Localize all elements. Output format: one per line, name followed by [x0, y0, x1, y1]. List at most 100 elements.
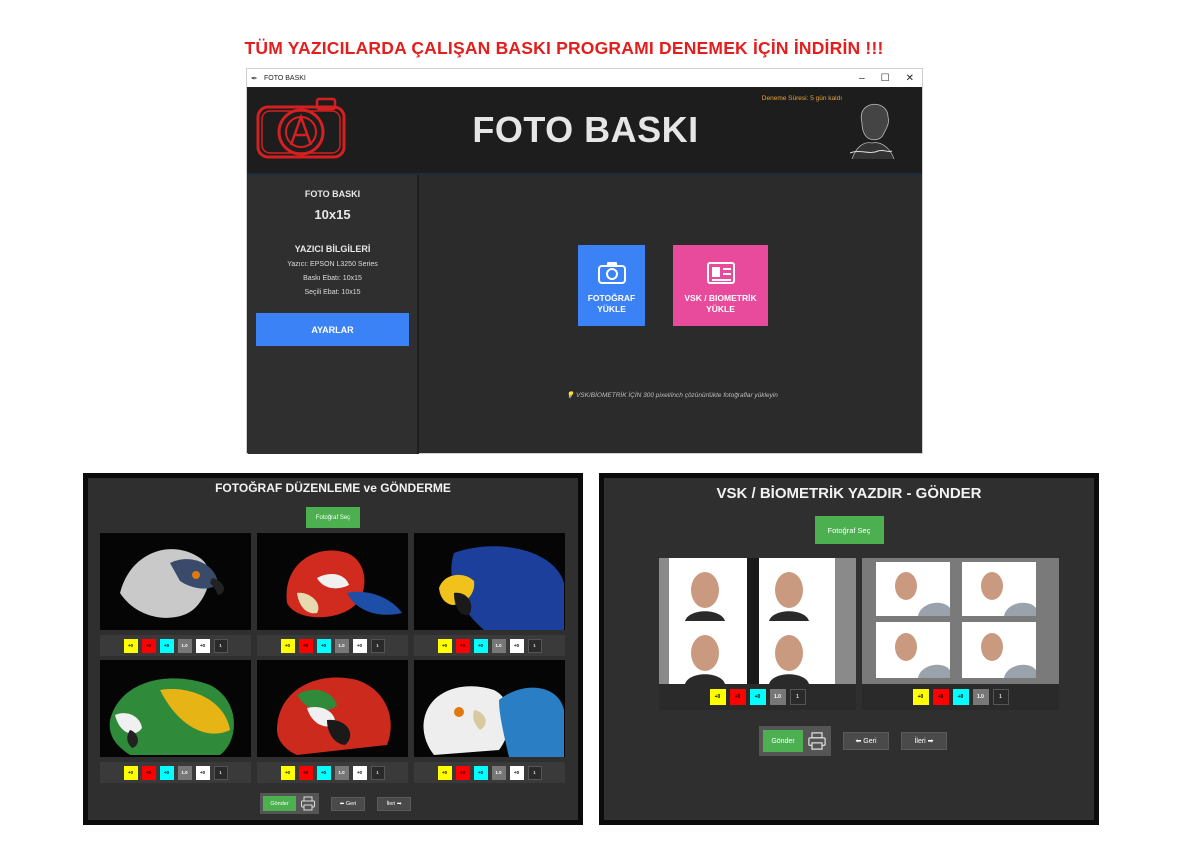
yellow-adjust[interactable]: +0	[123, 765, 138, 780]
close-icon[interactable]: ✕	[906, 73, 914, 84]
next-button[interactable]: İleri ➡	[377, 796, 411, 811]
upload-vsk-button[interactable]: VSK / BIOMETRİK YÜKLE	[673, 245, 768, 326]
yellow-adjust[interactable]: +0	[123, 638, 138, 653]
feather-icon: ✒	[251, 73, 258, 83]
biometric-panel: VSK / BİOMETRİK YAZDIR - GÖNDER Fotoğraf…	[599, 473, 1099, 825]
selected-size: 10x15	[314, 207, 351, 222]
back-button[interactable]: ⬅ Geri	[331, 796, 365, 811]
contrast-adjust[interactable]: 1.0	[491, 765, 506, 780]
yellow-adjust[interactable]: +0	[912, 689, 929, 705]
selected-print-size: Seçili Ebat: 10x15	[304, 289, 361, 296]
app-header: FOTO BASKI Deneme Süresi: 5 gün kaldı	[247, 87, 922, 175]
copies-adjust[interactable]: 1	[992, 689, 1009, 705]
send-button[interactable]: Gönder	[763, 730, 803, 752]
choose-photo-button[interactable]: Fotoğraf Seç	[814, 516, 884, 544]
brightness-adjust[interactable]: +0	[195, 765, 210, 780]
cyan-adjust[interactable]: +0	[473, 765, 488, 780]
contrast-adjust[interactable]: 1.0	[177, 638, 192, 653]
passport-photos-1[interactable]	[659, 558, 856, 684]
passport-photos-2[interactable]	[862, 558, 1059, 684]
red-adjust[interactable]: +0	[141, 765, 156, 780]
resolution-hint: 💡 VSK/BİOMETRİK İÇİN 300 pixel/inch çözü…	[566, 392, 778, 399]
brightness-adjust[interactable]: +0	[352, 765, 367, 780]
contrast-adjust[interactable]: 1.0	[177, 765, 192, 780]
parrot-photo-5[interactable]	[257, 660, 408, 757]
brightness-adjust[interactable]: +0	[195, 638, 210, 653]
cyan-adjust[interactable]: +0	[159, 638, 174, 653]
cyan-adjust[interactable]: +0	[316, 638, 331, 653]
trial-notice: Deneme Süresi: 5 gün kaldı	[761, 95, 842, 102]
printer-icon[interactable]	[300, 796, 316, 811]
print-size: Baskı Ebatı: 10x15	[303, 275, 362, 282]
parrot-photo-4[interactable]	[100, 660, 251, 757]
photo-card: +0 +0 +0 1.0 +0 1	[414, 533, 565, 656]
yellow-adjust[interactable]: +0	[709, 689, 726, 705]
brightness-adjust[interactable]: +0	[509, 638, 524, 653]
send-button[interactable]: Gönder	[263, 796, 296, 811]
contrast-adjust[interactable]: 1.0	[334, 638, 349, 653]
promo-banner: TÜM YAZICILARDA ÇALIŞAN BASKI PROGRAMI D…	[244, 38, 884, 58]
red-adjust[interactable]: +0	[729, 689, 746, 705]
parrot-photo-1[interactable]	[100, 533, 251, 630]
adjust-bar: +0 +0 +0 1.0 +0 1	[257, 762, 408, 783]
parrot-photo-2[interactable]	[257, 533, 408, 630]
copies-adjust[interactable]: 1	[527, 765, 542, 780]
parrot-photo-6[interactable]	[414, 660, 565, 757]
brightness-adjust[interactable]: +0	[509, 765, 524, 780]
copies-adjust[interactable]: 1	[213, 638, 228, 653]
upload-photo-label-1: FOTOĞRAF	[587, 293, 636, 303]
cyan-adjust[interactable]: +0	[316, 765, 331, 780]
upload-photo-button[interactable]: FOTOĞRAF YÜKLE	[578, 245, 645, 326]
parrot-photo-3[interactable]	[414, 533, 565, 630]
back-button[interactable]: ⬅ Geri	[843, 732, 889, 750]
yellow-adjust[interactable]: +0	[280, 638, 295, 653]
red-adjust[interactable]: +0	[298, 765, 313, 780]
copies-adjust[interactable]: 1	[370, 765, 385, 780]
photo-card: +0 +0 +0 1.0 +0 1	[257, 533, 408, 656]
yellow-adjust[interactable]: +0	[437, 638, 452, 653]
brightness-adjust[interactable]: +0	[352, 638, 367, 653]
yellow-adjust[interactable]: +0	[437, 765, 452, 780]
printer-name: Yazıcı: EPSON L3250 Series	[287, 261, 378, 268]
contrast-adjust[interactable]: 1.0	[491, 638, 506, 653]
minimize-icon[interactable]: –	[859, 73, 865, 84]
red-adjust[interactable]: +0	[141, 638, 156, 653]
photo-grid: +0 +0 +0 1.0 +0 1 +0 +0 +0 1.0 +0 1 +0 +…	[100, 533, 566, 783]
photo-card: +0 +0 +0 1.0 +0 1	[100, 533, 251, 656]
adjust-bar: +0 +0 +0 1.0 1	[862, 684, 1059, 710]
adjust-bar: +0 +0 +0 1.0 +0 1	[100, 762, 251, 783]
copies-adjust[interactable]: 1	[527, 638, 542, 653]
yellow-adjust[interactable]: +0	[280, 765, 295, 780]
red-adjust[interactable]: +0	[932, 689, 949, 705]
contrast-adjust[interactable]: 1.0	[334, 765, 349, 780]
red-adjust[interactable]: +0	[455, 638, 470, 653]
maximize-icon[interactable]: ☐	[881, 73, 890, 84]
cyan-adjust[interactable]: +0	[952, 689, 969, 705]
copies-adjust[interactable]: 1	[213, 765, 228, 780]
red-adjust[interactable]: +0	[298, 638, 313, 653]
copies-adjust[interactable]: 1	[789, 689, 806, 705]
photo-edit-panel: FOTOĞRAF DÜZENLEME ve GÖNDERME Fotoğraf …	[83, 473, 583, 825]
cyan-adjust[interactable]: +0	[159, 765, 174, 780]
id-card-icon	[706, 262, 735, 284]
send-group: Gönder	[759, 726, 831, 756]
cyan-adjust[interactable]: +0	[473, 638, 488, 653]
printer-icon[interactable]	[807, 730, 827, 752]
cyan-adjust[interactable]: +0	[749, 689, 766, 705]
settings-button[interactable]: AYARLAR	[256, 313, 409, 346]
contrast-adjust[interactable]: 1.0	[972, 689, 989, 705]
choose-photo-button[interactable]: Fotoğraf Seç	[306, 507, 360, 528]
contrast-adjust[interactable]: 1.0	[769, 689, 786, 705]
photo-card: +0 +0 +0 1.0 +0 1	[414, 660, 565, 783]
upload-vsk-label-1: VSK / BIOMETRİK	[684, 293, 757, 303]
upload-photo-label-2: YÜKLE	[597, 304, 626, 314]
main-area: FOTOĞRAF YÜKLE VSK / BIOMETRİK YÜKLE 💡 V…	[421, 175, 923, 454]
next-button[interactable]: İleri ➡	[901, 732, 947, 750]
send-group: Gönder	[260, 793, 319, 814]
right-actions: Gönder ⬅ Geri İleri ➡	[759, 726, 947, 756]
adjust-bar: +0 +0 +0 1.0 +0 1	[414, 762, 565, 783]
red-adjust[interactable]: +0	[455, 765, 470, 780]
adjust-bar: +0 +0 +0 1.0 +0 1	[100, 635, 251, 656]
app-window: ✒ FOTO BASKI – ☐ ✕ FOTO BASKI Deneme Sür…	[246, 68, 923, 454]
copies-adjust[interactable]: 1	[370, 638, 385, 653]
